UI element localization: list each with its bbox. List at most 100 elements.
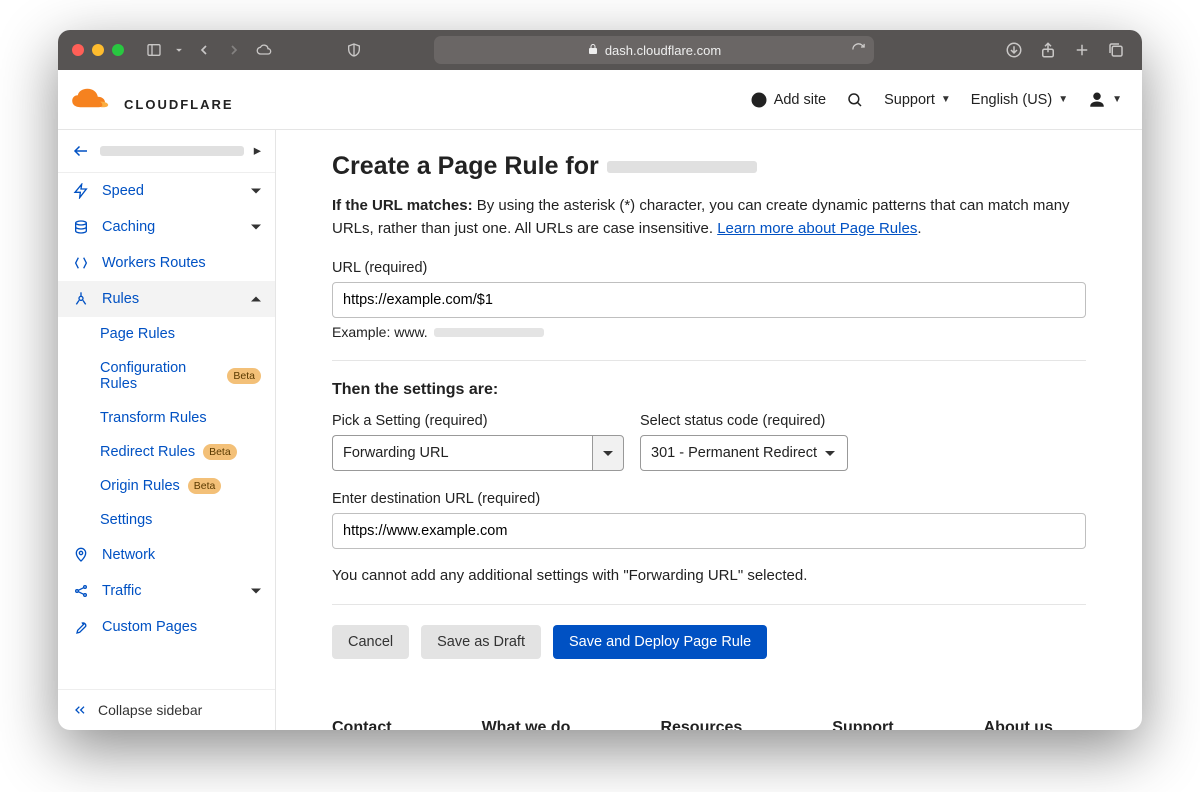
downloads-icon[interactable]: [1002, 38, 1026, 62]
pick-setting-label: Pick a Setting (required): [332, 413, 624, 429]
logo-text: CLOUDFLARE: [124, 97, 234, 112]
new-tab-icon[interactable]: [1070, 38, 1094, 62]
site-name-placeholder: [100, 146, 244, 156]
cloud-logo-icon: [68, 88, 118, 112]
sidebar-toggle-icon[interactable]: [142, 38, 166, 62]
footer-support[interactable]: Support: [832, 719, 893, 730]
account-menu[interactable]: ▼: [1088, 91, 1122, 109]
sidebar: ▸ Speed Caching: [58, 130, 276, 730]
status-code-select[interactable]: 301 - Permanent Redirect: [640, 435, 848, 471]
back-arrow-icon: [72, 142, 90, 160]
pick-setting-select[interactable]: Forwarding URL: [332, 435, 624, 471]
lock-icon: [587, 43, 599, 58]
back-button[interactable]: [192, 38, 216, 62]
beta-badge: Beta: [227, 368, 261, 384]
sidebar-item-speed[interactable]: Speed: [58, 173, 275, 209]
address-bar[interactable]: dash.cloudflare.com: [434, 36, 874, 64]
cloudflare-logo[interactable]: CLOUDFLARE: [68, 88, 234, 112]
caret-down-icon: [825, 451, 835, 456]
share-nodes-icon: [72, 583, 90, 599]
destination-url-input[interactable]: [332, 513, 1086, 549]
url-input[interactable]: [332, 282, 1086, 318]
intro-text: If the URL matches: By using the asteris…: [332, 195, 1086, 240]
address-text: dash.cloudflare.com: [605, 43, 721, 58]
chevron-right-icon: ▸: [254, 143, 261, 159]
minimize-window-button[interactable]: [92, 44, 104, 56]
caret-down-icon: [603, 451, 613, 456]
beta-badge: Beta: [188, 478, 222, 494]
action-buttons: Cancel Save as Draft Save and Deploy Pag…: [332, 625, 1086, 659]
pick-setting-value: Forwarding URL: [332, 435, 592, 471]
divider: [332, 360, 1086, 361]
learn-more-link[interactable]: Learn more about Page Rules: [717, 220, 917, 237]
workers-icon: [72, 255, 90, 271]
collapse-sidebar-button[interactable]: Collapse sidebar: [58, 689, 275, 730]
sidebar-item-caching[interactable]: Caching: [58, 209, 275, 245]
maximize-window-button[interactable]: [112, 44, 124, 56]
pin-icon: [72, 547, 90, 563]
search-icon: [846, 91, 864, 109]
rules-icon: [72, 291, 90, 307]
tabs-icon[interactable]: [1104, 38, 1128, 62]
sidebar-item-custom-pages[interactable]: Custom Pages: [58, 609, 275, 645]
sidebar-rules-submenu: Page Rules Configuration Rules Beta Tran…: [58, 317, 275, 537]
search-button[interactable]: [846, 91, 864, 109]
settings-heading: Then the settings are:: [332, 381, 1086, 399]
url-example-hint: Example: www.: [332, 324, 1086, 340]
footer-nav: Contact What we do Resources Support Abo…: [332, 689, 1086, 730]
forward-button[interactable]: [222, 38, 246, 62]
sidebar-nav: Speed Caching Workers Routes: [58, 173, 275, 689]
sidebar-subitem-origin-rules[interactable]: Origin Rules Beta: [100, 469, 275, 503]
database-icon: [72, 219, 90, 235]
window-controls: [72, 44, 124, 56]
sidebar-subitem-transform-rules[interactable]: Transform Rules: [100, 401, 275, 435]
sidebar-item-traffic[interactable]: Traffic: [58, 573, 275, 609]
sidebar-item-rules[interactable]: Rules: [58, 281, 275, 317]
footer-contact[interactable]: Contact: [332, 719, 392, 730]
caret-down-icon: ▼: [1058, 94, 1068, 105]
status-code-label: Select status code (required): [640, 413, 848, 429]
cancel-button[interactable]: Cancel: [332, 625, 409, 659]
forwarding-url-note: You cannot add any additional settings w…: [332, 567, 1086, 584]
divider: [332, 604, 1086, 605]
share-icon[interactable]: [1036, 38, 1060, 62]
browser-window: dash.cloudflare.com: [58, 30, 1142, 730]
save-draft-button[interactable]: Save as Draft: [421, 625, 541, 659]
beta-badge: Beta: [203, 444, 237, 460]
user-icon: [1088, 91, 1106, 109]
sidebar-item-network[interactable]: Network: [58, 537, 275, 573]
domain-placeholder: [607, 161, 757, 173]
sidebar-subitem-configuration-rules[interactable]: Configuration Rules Beta: [100, 351, 275, 401]
sidebar-subitem-page-rules[interactable]: Page Rules: [100, 317, 275, 351]
footer-whatwedo[interactable]: What we do: [482, 719, 571, 730]
support-menu[interactable]: Support ▼: [884, 92, 951, 108]
shield-icon[interactable]: [342, 38, 366, 62]
app-header: CLOUDFLARE Add site Support ▼ English (U…: [58, 70, 1142, 130]
caret-down-icon: ▼: [941, 94, 951, 105]
sidebar-subitem-settings[interactable]: Settings: [100, 503, 275, 537]
select-dropdown-button[interactable]: [592, 435, 624, 471]
add-site-button[interactable]: Add site: [750, 91, 826, 109]
cloud-icon[interactable]: [252, 38, 276, 62]
browser-titlebar: dash.cloudflare.com: [58, 30, 1142, 70]
sidebar-subitem-redirect-rules[interactable]: Redirect Rules Beta: [100, 435, 275, 469]
example-placeholder: [434, 328, 544, 337]
wrench-icon: [72, 619, 90, 635]
save-deploy-button[interactable]: Save and Deploy Page Rule: [553, 625, 767, 659]
sidebar-breadcrumb[interactable]: ▸: [58, 130, 275, 173]
chevrons-left-icon: [72, 702, 88, 718]
main-content: Create a Page Rule for If the URL matche…: [276, 130, 1142, 730]
url-label: URL (required): [332, 260, 1086, 276]
chevron-down-icon[interactable]: [172, 38, 186, 62]
close-window-button[interactable]: [72, 44, 84, 56]
footer-about[interactable]: About us: [984, 719, 1053, 730]
reload-icon[interactable]: [851, 42, 866, 60]
sidebar-item-workers-routes[interactable]: Workers Routes: [58, 245, 275, 281]
page-title: Create a Page Rule for: [332, 152, 1086, 181]
plus-circle-icon: [750, 91, 768, 109]
footer-resources[interactable]: Resources: [660, 719, 742, 730]
destination-url-label: Enter destination URL (required): [332, 491, 1086, 507]
language-menu[interactable]: English (US) ▼: [971, 92, 1068, 108]
caret-down-icon: ▼: [1112, 94, 1122, 105]
bolt-icon: [72, 183, 90, 199]
